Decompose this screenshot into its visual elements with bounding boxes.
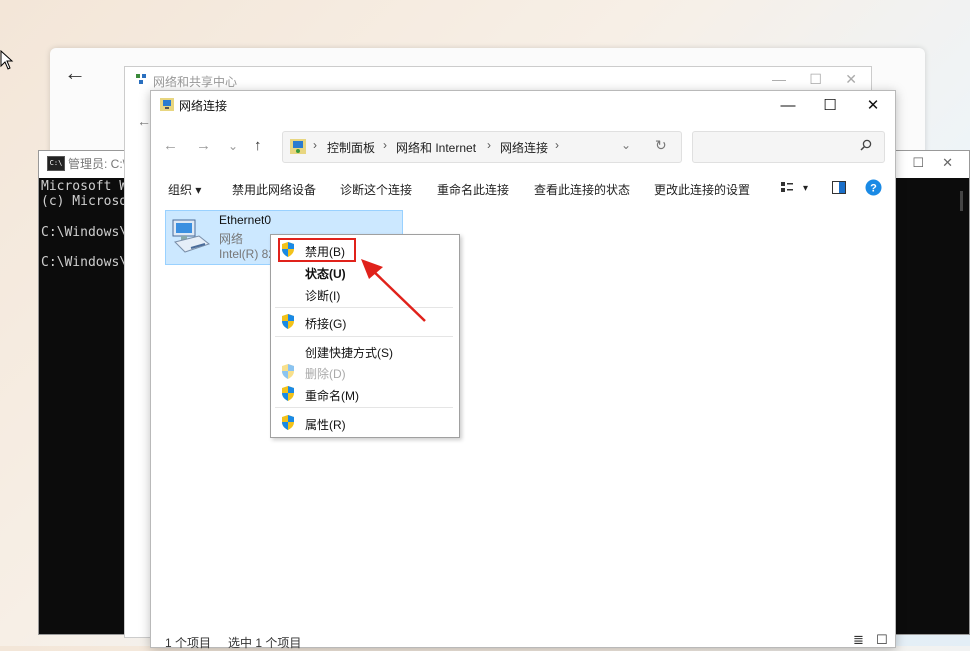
- organize-menu[interactable]: 组织 ▾: [168, 181, 201, 198]
- recent-locations-icon[interactable]: ⌄: [228, 139, 238, 153]
- uac-shield-icon: [282, 364, 294, 379]
- uac-shield-icon: [282, 242, 294, 257]
- network-icon: [136, 74, 146, 84]
- breadcrumb-separator: ›: [555, 138, 559, 152]
- network-connections-icon: [160, 98, 174, 111]
- item-count: 1 个项目: [165, 636, 212, 650]
- preview-pane-icon[interactable]: [832, 181, 846, 194]
- view-status-button[interactable]: 查看此连接的状态: [534, 181, 630, 198]
- uac-shield-icon: [282, 415, 294, 430]
- nsc-back-button[interactable]: ←: [137, 113, 151, 129]
- breadcrumb-network-connections[interactable]: 网络连接: [500, 139, 548, 156]
- back-arrow-icon[interactable]: ←: [163, 137, 178, 154]
- diagnose-connection-button[interactable]: 诊断这个连接: [340, 181, 412, 198]
- help-icon[interactable]: ?: [865, 179, 882, 196]
- change-settings-button[interactable]: 更改此连接的设置: [654, 181, 750, 198]
- cmd-scrollbar[interactable]: [960, 191, 963, 211]
- rename-connection-button[interactable]: 重命名此连接: [437, 181, 509, 198]
- nsc-title: 网络和共享中心: [153, 75, 238, 89]
- adapter-status: 网络: [219, 232, 244, 246]
- menu-separator: [275, 407, 453, 408]
- adapter-name: Ethernet0: [219, 213, 272, 227]
- network-connections-window: 网络连接 — ☐ ✕ ← → ⌄ ↑ › 控制面板 › 网络和 Internet…: [150, 90, 896, 650]
- address-dropdown-icon[interactable]: ⌄: [621, 138, 631, 152]
- cmd-line: Microsoft Wi: [41, 179, 135, 194]
- breadcrumb-separator: ›: [313, 138, 317, 152]
- address-bar[interactable]: › 控制面板 › 网络和 Internet › 网络连接 › ⌄ ↻: [282, 131, 682, 163]
- menu-item-bridge[interactable]: 桥接(G): [305, 315, 346, 332]
- search-icon: [860, 139, 872, 151]
- breadcrumb-control-panel[interactable]: 控制面板: [327, 139, 375, 156]
- cmd-close-icon[interactable]: ☐ ✕: [912, 155, 953, 171]
- red-arrow-annotation: [361, 259, 426, 322]
- network-adapter-icon: [172, 219, 211, 253]
- breadcrumb-separator: ›: [383, 138, 387, 152]
- cmd-icon: C:\: [47, 156, 65, 171]
- cmd-line: C:\Windows\S: [41, 255, 135, 270]
- cmd-line: (c) Microsof: [41, 194, 135, 209]
- view-dropdown-icon[interactable]: ▾: [803, 183, 808, 194]
- menu-item-rename[interactable]: 重命名(M): [305, 387, 359, 404]
- search-box[interactable]: [692, 131, 885, 163]
- forward-arrow-icon[interactable]: →: [196, 137, 211, 154]
- breadcrumb-separator: ›: [487, 138, 491, 152]
- minimize-button[interactable]: —: [773, 95, 803, 117]
- cmd-title: 管理员: C:\: [68, 157, 127, 171]
- disable-device-button[interactable]: 禁用此网络设备: [232, 181, 316, 198]
- menu-item-delete: 删除(D): [305, 367, 346, 381]
- menu-separator: [275, 336, 453, 337]
- settings-back-button[interactable]: ←: [64, 60, 86, 86]
- menu-item-status[interactable]: 状态(U): [305, 265, 346, 282]
- close-button[interactable]: ✕: [858, 95, 888, 117]
- view-options-icon[interactable]: [781, 182, 793, 193]
- mouse-pointer-icon: [0, 50, 14, 70]
- help-glyph: ?: [870, 183, 877, 195]
- cmd-line: C:\Windows\S: [41, 225, 135, 240]
- nsc-window-controls[interactable]: — ☐ ✕: [772, 71, 857, 88]
- selected-count: 选中 1 个项目: [228, 636, 302, 650]
- menu-item-create-shortcut[interactable]: 创建快捷方式(S): [305, 344, 393, 361]
- uac-shield-icon: [282, 386, 294, 401]
- uac-shield-icon: [282, 314, 294, 329]
- maximize-button[interactable]: ☐: [815, 95, 845, 117]
- control-panel-icon: [290, 139, 306, 154]
- adapter-description: Intel(R) 82: [219, 247, 276, 261]
- refresh-icon[interactable]: ↻: [655, 137, 667, 154]
- window-title: 网络连接: [179, 99, 228, 113]
- breadcrumb-network-internet[interactable]: 网络和 Internet: [396, 139, 476, 156]
- menu-item-disable[interactable]: 禁用(B): [305, 243, 345, 260]
- menu-item-diagnose[interactable]: 诊断(I): [305, 287, 340, 304]
- menu-item-properties[interactable]: 属性(R): [305, 416, 346, 433]
- up-arrow-icon[interactable]: ↑: [254, 137, 262, 154]
